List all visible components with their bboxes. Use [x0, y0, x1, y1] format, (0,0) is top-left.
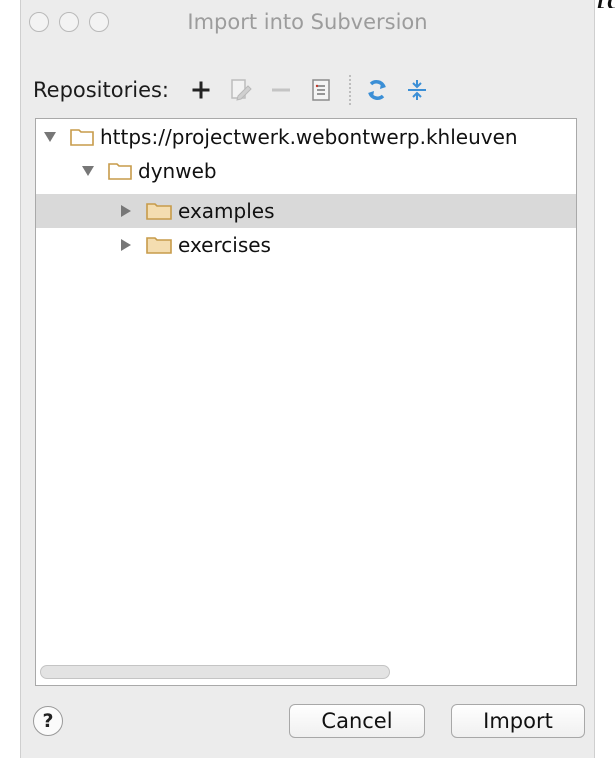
import-dialog: Import into Subversion Repositories: htt… [20, 0, 595, 758]
toolbar-separator [349, 75, 352, 105]
repositories-label: Repositories: [33, 78, 170, 102]
tree-row-dynweb[interactable]: dynweb [36, 154, 576, 188]
details-icon[interactable] [307, 76, 335, 104]
refresh-icon[interactable] [363, 76, 391, 104]
scrollbar-thumb[interactable] [40, 665, 390, 679]
import-button[interactable]: Import [451, 704, 585, 738]
tree-item-label: examples [178, 199, 275, 223]
tree-item-label: https://projectwerk.webontwerp.khleuven [100, 125, 518, 149]
tree-row-exercises[interactable]: exercises [36, 228, 576, 262]
window-title: Import into Subversion [187, 10, 428, 34]
expand-toggle-icon[interactable] [40, 132, 60, 142]
folder-icon [108, 162, 132, 180]
help-button[interactable]: ? [33, 706, 63, 736]
tree-item-label: exercises [178, 233, 271, 257]
add-icon[interactable] [187, 76, 215, 104]
folder-icon [146, 202, 172, 220]
folder-icon [70, 128, 94, 146]
tree-row-examples[interactable]: examples [36, 194, 576, 228]
cancel-button[interactable]: Cancel [289, 704, 425, 738]
repositories-toolbar: Repositories: [33, 75, 443, 105]
repository-tree[interactable]: https://projectwerk.webontwerp.khleuven … [35, 118, 577, 686]
remove-icon[interactable] [267, 76, 295, 104]
collapse-icon[interactable] [403, 76, 431, 104]
collapse-toggle-icon[interactable] [116, 205, 136, 217]
title-bar: Import into Subversion [21, 0, 594, 46]
collapse-toggle-icon[interactable] [116, 239, 136, 251]
edit-icon[interactable] [227, 76, 255, 104]
tree-row-repository-root[interactable]: https://projectwerk.webontwerp.khleuven [36, 120, 576, 154]
expand-toggle-icon[interactable] [78, 166, 98, 176]
tree-item-label: dynweb [138, 159, 217, 183]
folder-icon [146, 236, 172, 254]
horizontal-scrollbar[interactable] [40, 665, 572, 679]
